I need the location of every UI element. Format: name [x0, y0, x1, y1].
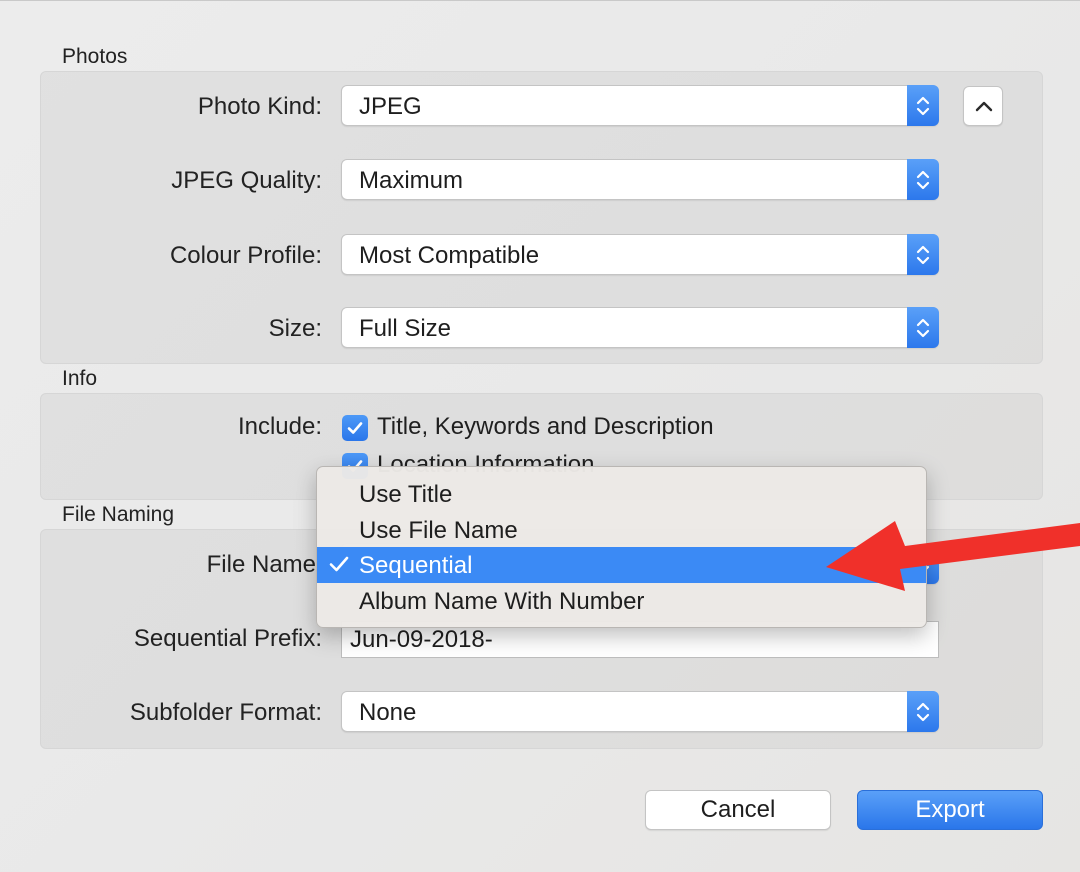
cancel-button[interactable]: Cancel [645, 790, 831, 830]
title-keywords-label: Title, Keywords and Description [377, 413, 714, 440]
menu-item-use-title[interactable]: Use Title [317, 476, 926, 512]
sequential-prefix-value: Jun-09-2018- [350, 626, 493, 653]
subfolder-format-label: Subfolder Format: [129, 699, 322, 726]
collapse-disclosure-button[interactable] [963, 86, 1003, 126]
colour-profile-label: Colour Profile: [169, 242, 322, 269]
size-popup[interactable]: Full Size [341, 307, 939, 348]
colour-profile-value: Most Compatible [359, 242, 540, 269]
up-down-chevron-icon [907, 307, 939, 348]
jpeg-quality-popup[interactable]: Maximum [341, 159, 939, 200]
size-value: Full Size [359, 315, 452, 342]
section-label-photos: Photos [62, 45, 128, 68]
export-button[interactable]: Export [857, 790, 1043, 830]
title-keywords-checkbox[interactable] [342, 415, 368, 441]
menu-item-label: Use Title [359, 481, 453, 508]
menu-item-use-file-name[interactable]: Use File Name [317, 512, 926, 548]
checkmark-icon [327, 552, 351, 583]
up-down-chevron-icon [907, 159, 939, 200]
menu-item-sequential[interactable]: Sequential [317, 547, 926, 583]
photo-kind-popup[interactable]: JPEG [341, 85, 939, 126]
export-dialog: Photos Photo Kind: JPEG JPEG Quality: Ma… [0, 0, 1080, 872]
subfolder-format-popup[interactable]: None [341, 691, 939, 732]
sequential-prefix-label: Sequential Prefix: [133, 625, 322, 652]
section-label-info: Info [62, 367, 98, 390]
subfolder-format-value: None [359, 699, 417, 726]
menu-item-label: Use File Name [359, 517, 518, 544]
file-name-dropdown-menu: Use Title Use File Name Sequential Album… [316, 466, 927, 628]
photo-kind-label: Photo Kind: [197, 93, 322, 120]
menu-item-album-name-with-number[interactable]: Album Name With Number [317, 583, 926, 619]
photo-kind-value: JPEG [359, 93, 422, 120]
up-down-chevron-icon [907, 691, 939, 732]
menu-item-label: Album Name With Number [359, 588, 645, 615]
file-name-label: File Name [206, 551, 316, 578]
up-down-chevron-icon [907, 234, 939, 275]
jpeg-quality-value: Maximum [359, 167, 464, 194]
section-label-file-naming: File Naming [62, 503, 175, 526]
size-label: Size: [268, 315, 322, 342]
up-down-chevron-icon [907, 85, 939, 126]
menu-item-label: Sequential [359, 552, 473, 579]
jpeg-quality-label: JPEG Quality: [171, 167, 322, 194]
colour-profile-popup[interactable]: Most Compatible [341, 234, 939, 275]
include-label: Include: [237, 413, 322, 440]
